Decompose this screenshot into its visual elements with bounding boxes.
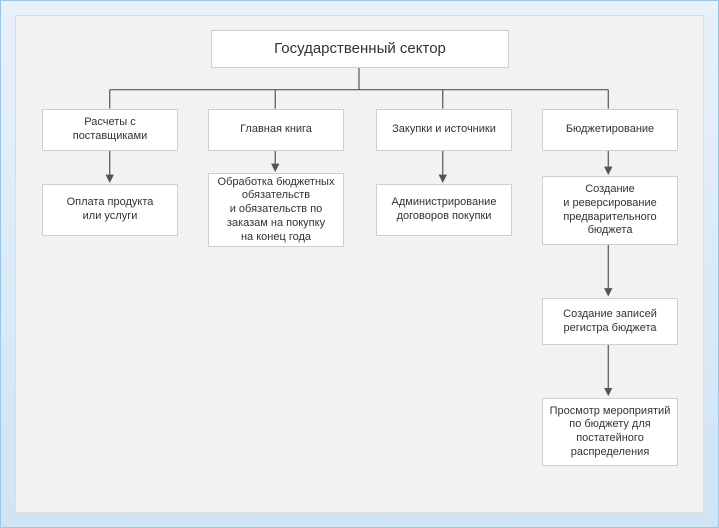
node-admin-contracts-label: Администрирование договоров покупки — [383, 196, 505, 224]
page-frame: Государственный сектор Расчеты с поставщ… — [0, 0, 719, 528]
node-process-commitments: Обработка бюджетных обязательств и обяза… — [208, 173, 344, 247]
node-review-budget-activities: Просмотр мероприятий по бюджету для пост… — [542, 398, 678, 466]
node-create-budget-entries: Создание записей регистра бюджета — [542, 298, 678, 345]
node-general-ledger: Главная книга — [208, 109, 344, 151]
node-create-reverse-budget-label: Создание и реверсирование предварительно… — [549, 183, 671, 238]
node-pay-product-label: Оплата продукта или услуги — [49, 196, 171, 224]
node-procurement-label: Закупки и источники — [392, 123, 496, 137]
node-general-ledger-label: Главная книга — [240, 123, 312, 137]
diagram-canvas: Государственный сектор Расчеты с поставщ… — [15, 15, 704, 513]
node-root-label: Государственный сектор — [274, 40, 446, 59]
node-budgeting: Бюджетирование — [542, 109, 678, 151]
node-pay-product: Оплата продукта или услуги — [42, 184, 178, 236]
node-review-budget-activities-label: Просмотр мероприятий по бюджету для пост… — [549, 405, 671, 460]
node-budgeting-label: Бюджетирование — [566, 123, 654, 137]
node-root: Государственный сектор — [211, 30, 509, 68]
node-accounts-payable: Расчеты с поставщиками — [42, 109, 178, 151]
node-process-commitments-label: Обработка бюджетных обязательств и обяза… — [215, 176, 337, 245]
node-accounts-payable-label: Расчеты с поставщиками — [49, 116, 171, 144]
node-procurement: Закупки и источники — [376, 109, 512, 151]
node-admin-contracts: Администрирование договоров покупки — [376, 184, 512, 236]
node-create-reverse-budget: Создание и реверсирование предварительно… — [542, 176, 678, 245]
node-create-budget-entries-label: Создание записей регистра бюджета — [549, 308, 671, 336]
